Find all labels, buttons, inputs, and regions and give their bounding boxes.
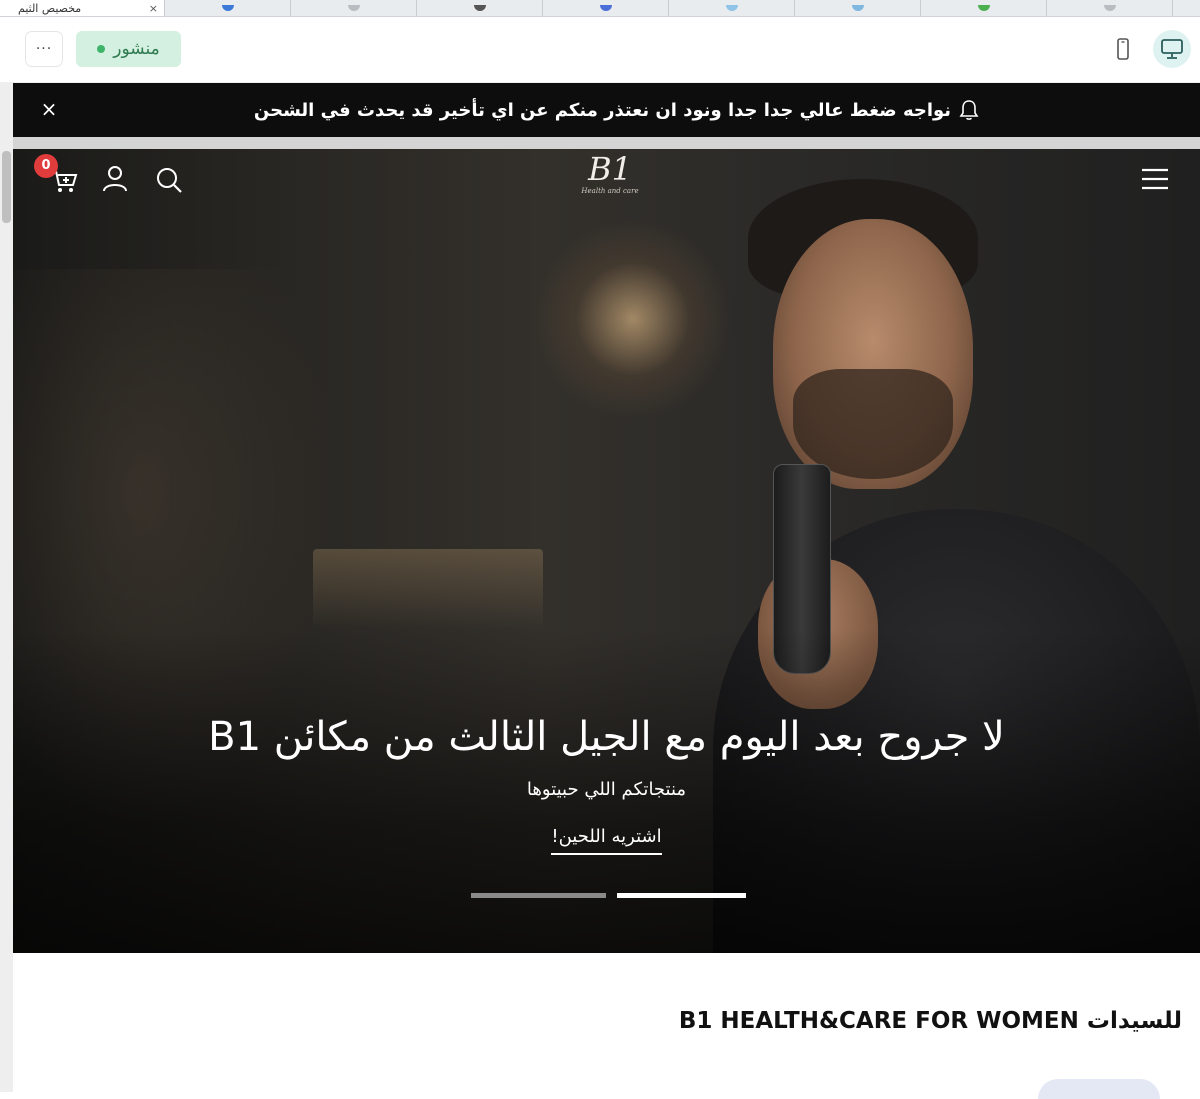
favicon-icon: [347, 5, 360, 11]
announcement-close-icon[interactable]: ×: [39, 99, 59, 119]
store-logo[interactable]: B1 Health and care: [578, 151, 642, 205]
browser-tab-strip: مخصيص الثيم ×: [0, 0, 1200, 17]
announcement-text: نواجه ضغط عالي جدا جدا ونود ان نعتذر منك…: [253, 99, 952, 121]
more-options-button[interactable]: ···: [25, 31, 63, 67]
slide-indicator-2-active[interactable]: [617, 893, 746, 898]
logo-text: B1: [588, 150, 632, 188]
mobile-device-icon: [1117, 38, 1129, 60]
favicon-icon: [725, 5, 738, 11]
hero-cta-link[interactable]: اشتريه اللحين!: [551, 826, 662, 855]
browser-tab[interactable]: [291, 0, 417, 16]
favicon-icon: [977, 5, 990, 11]
section-title: للسيدات B1 HEALTH&CARE FOR WOMEN: [678, 1008, 1182, 1034]
user-icon: [103, 166, 127, 192]
slide-indicator-1[interactable]: [471, 893, 606, 898]
browser-tab[interactable]: [921, 0, 1047, 16]
tab-close-icon[interactable]: ×: [149, 2, 158, 15]
browser-tab[interactable]: [795, 0, 921, 16]
favicon-icon: [599, 5, 612, 11]
announcement-message: نواجه ضغط عالي جدا جدا ونود ان نعتذر منك…: [254, 99, 979, 121]
store-header: 0 B1 Health and care: [13, 149, 1200, 211]
desktop-preview-button[interactable]: [1153, 30, 1191, 68]
tab-title: مخصيص الثيم: [18, 1, 82, 15]
cart-count-badge: 0: [34, 154, 58, 178]
preview-scrollbar[interactable]: [0, 83, 13, 1092]
browser-tab[interactable]: [417, 0, 543, 16]
editor-toolbar: ··· منشور: [0, 17, 1200, 83]
status-label: منشور: [113, 39, 160, 59]
hero-photo-wall-lamp: [533, 219, 733, 419]
browser-tab-active[interactable]: مخصيص الثيم ×: [0, 0, 165, 16]
collection-section: للسيدات B1 HEALTH&CARE FOR WOMEN: [13, 953, 1200, 1099]
browser-tab[interactable]: [165, 0, 291, 16]
favicon-icon: [851, 5, 864, 11]
menu-button[interactable]: [1140, 164, 1170, 194]
hero-text-block: لا جروح بعد اليوم مع الجيل الثالث من مكا…: [13, 709, 1200, 855]
favicon-icon: [221, 5, 234, 11]
hero-photo-shelf: [313, 549, 543, 629]
hero-photo-beard: [793, 369, 953, 479]
desktop-monitor-icon: [1161, 39, 1183, 59]
hero-banner: 0 B1 Health and care لا جروح بعد اليوم م…: [13, 149, 1200, 953]
browser-tab[interactable]: [669, 0, 795, 16]
preview-frame: × نواجه ضغط عالي جدا جدا ونود ان نعتذر م…: [0, 83, 1200, 1099]
announcement-bar: × نواجه ضغط عالي جدا جدا ونود ان نعتذر م…: [13, 83, 1200, 137]
scrollbar-thumb[interactable]: [2, 151, 11, 223]
logo-tagline: Health and care: [581, 187, 639, 195]
hero-title: لا جروح بعد اليوم مع الجيل الثالث من مكا…: [208, 714, 1005, 760]
favicon-icon: [1103, 5, 1116, 11]
search-button[interactable]: [154, 165, 184, 195]
hero-subtitle: منتجاتكم اللي حبيتوها: [526, 779, 687, 800]
bell-icon: [959, 100, 979, 120]
browser-tab[interactable]: [1047, 0, 1173, 16]
mobile-preview-button[interactable]: [1104, 30, 1142, 68]
status-dot-icon: [97, 45, 106, 53]
favicon-icon: [473, 5, 486, 11]
product-card-peek[interactable]: [1038, 1079, 1160, 1099]
hamburger-menu-icon: [1142, 168, 1168, 190]
slider-pagination: [471, 893, 751, 899]
account-button[interactable]: [100, 163, 130, 193]
browser-tab[interactable]: [543, 0, 669, 16]
search-icon: [157, 168, 182, 193]
publish-status-badge[interactable]: منشور: [76, 31, 181, 67]
divider: [13, 137, 1200, 149]
